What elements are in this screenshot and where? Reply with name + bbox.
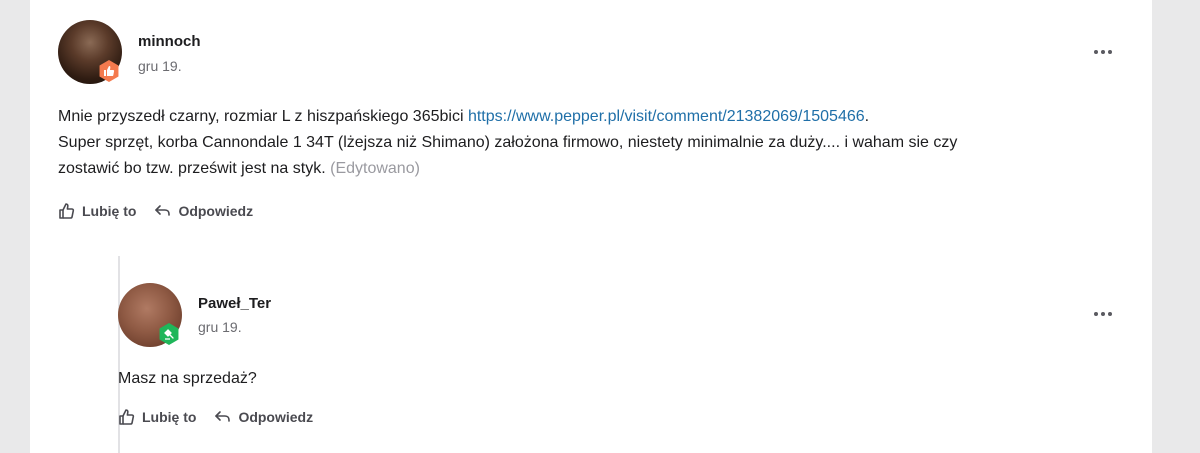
thumbs-up-icon <box>119 409 135 425</box>
comment-text: Super sprzęt, korba Cannondale 1 34T (lż… <box>58 134 958 151</box>
like-button[interactable]: Lubię to <box>118 408 196 426</box>
like-label: Lubię to <box>142 409 197 425</box>
comment-username[interactable]: Paweł_Ter <box>198 295 271 312</box>
reply-label: Odpowiedz <box>238 409 314 425</box>
comment-actions: Lubię to Odpowiedz <box>118 408 313 426</box>
comment-body: Masz na sprzedaż? <box>118 370 257 387</box>
comment-actions: Lubię to Odpowiedz <box>58 202 253 220</box>
comment-date[interactable]: gru 19. <box>198 319 242 335</box>
like-label: Lubię to <box>82 203 137 219</box>
more-horizontal-icon[interactable] <box>1094 310 1116 318</box>
reply-arrow-icon <box>155 205 171 216</box>
comment-text: Mnie przyszedł czarny, rozmiar L z hiszp… <box>58 108 468 125</box>
comment-username[interactable]: minnoch <box>138 33 201 50</box>
comment-text: zostawić bo tzw. prześwit jest na styk. <box>58 160 326 177</box>
reply-button[interactable]: Odpowiedz <box>154 202 253 220</box>
edited-label: (Edytowano) <box>330 160 420 177</box>
avatar[interactable] <box>118 283 182 347</box>
comment-date[interactable]: gru 19. <box>138 58 182 74</box>
avatar[interactable] <box>58 20 122 84</box>
comment-body: Mnie przyszedł czarny, rozmiar L z hiszp… <box>58 104 1128 182</box>
reply-arrow-icon <box>215 411 231 422</box>
comment-text: . <box>864 108 870 125</box>
more-horizontal-icon[interactable] <box>1094 48 1116 56</box>
like-button[interactable]: Lubię to <box>58 202 136 220</box>
thumbs-up-icon <box>59 203 75 219</box>
reply-button[interactable]: Odpowiedz <box>214 408 313 426</box>
comments-card: minnoch gru 19. Mnie przyszedł czarny, r… <box>30 0 1152 453</box>
reply-label: Odpowiedz <box>178 203 254 219</box>
comment-link[interactable]: https://www.pepper.pl/visit/comment/2138… <box>468 108 865 125</box>
